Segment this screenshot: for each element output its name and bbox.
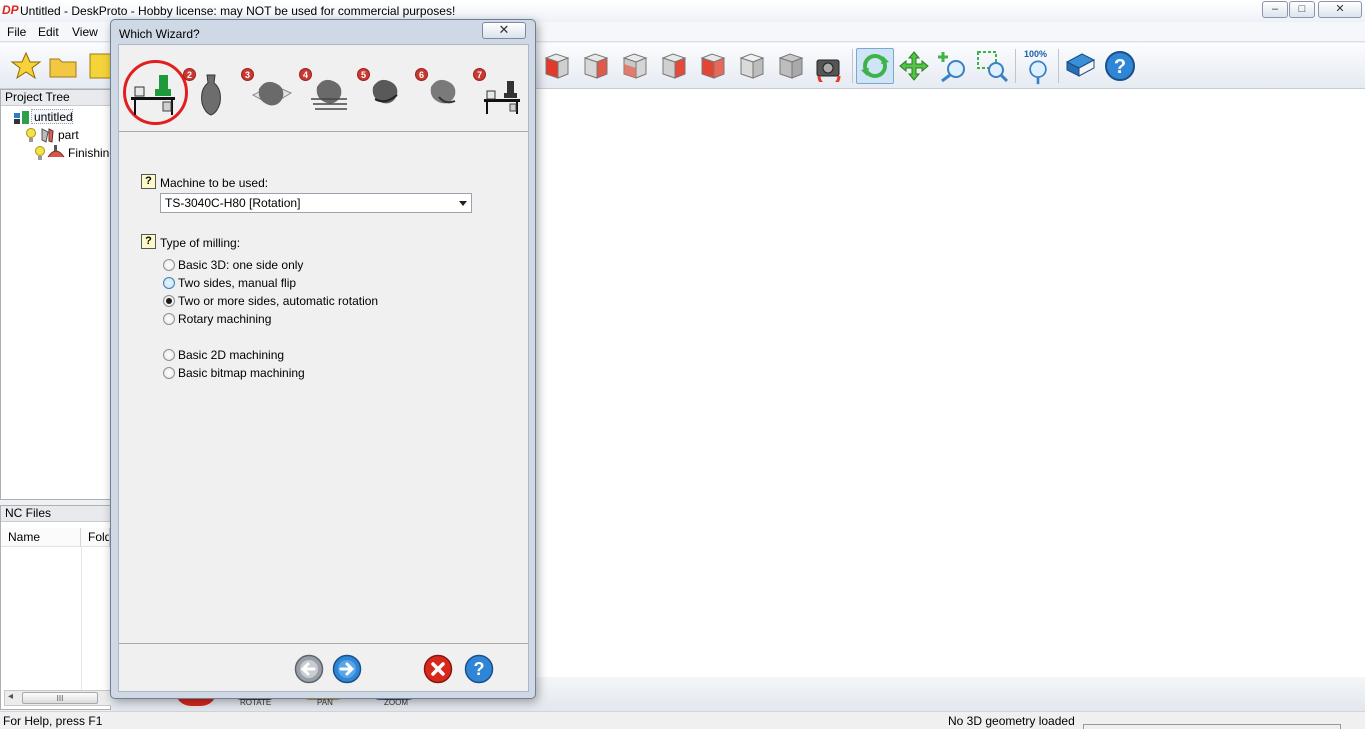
step-5-simulation-icon[interactable] [367,77,407,115]
window-title: Untitled - DeskProto - Hobby license: ma… [20,4,456,18]
next-arrow-icon[interactable] [332,654,362,684]
close-window-button[interactable]: ✕ [1318,1,1362,18]
manual-book-icon[interactable] [1064,50,1096,82]
dialog-body: 2 3 4 5 6 7 ? Machine to be used: TS-304… [118,44,529,692]
status-bar: For Help, press F1 No 3D geometry loaded [0,711,1365,729]
radio-rotary-machining[interactable] [163,313,175,325]
svg-text:?: ? [474,659,485,679]
column-folder[interactable]: Folder [81,528,110,547]
column-divider [81,547,82,691]
new-project-icon[interactable] [10,50,42,82]
radio-label-two-sides-manual[interactable]: Two sides, manual flip [178,276,296,290]
scroll-left-arrow-icon[interactable]: ◂ [8,691,13,702]
column-name[interactable]: Name [1,528,81,547]
radio-label-rotary-machining[interactable]: Rotary machining [178,312,271,326]
project-tree-header: Project Tree [1,90,110,106]
nc-files-panel: NC Files Name Folder [0,505,111,710]
zoom-window-icon[interactable] [976,50,1008,82]
menu-view[interactable]: View [72,25,98,39]
app-logo: DP [2,3,19,17]
pan-icon[interactable] [898,50,930,82]
zoom-caption: ZOOM [384,698,408,707]
which-wizard-dialog: Which Wizard? ✕ 2 3 4 5 6 7 ? Machine to… [110,19,536,699]
3d-viewport[interactable] [535,89,1365,677]
help-icon[interactable]: ? [1104,50,1136,82]
step-6-result-icon[interactable] [425,77,465,115]
part-icon [41,128,54,143]
scroll-thumb[interactable]: III [22,692,98,704]
pan-caption: PAN [317,698,333,707]
milling-type-label: Type of milling: [160,236,241,250]
maximize-button[interactable]: □ [1289,1,1315,18]
rotate-caption: ROTATE [240,698,272,707]
lightbulb-icon[interactable] [25,128,37,143]
dialog-footer: ? [119,643,528,691]
status-help-text: For Help, press F1 [3,714,103,728]
menu-edit[interactable]: Edit [38,25,59,39]
radio-basic-2d[interactable] [163,349,175,361]
toolbar-separator [852,49,853,83]
radio-basic-bitmap[interactable] [163,367,175,379]
camera-reset-icon[interactable] [813,50,845,82]
radio-automatic-rotation[interactable] [163,295,175,307]
zoom-in-icon[interactable] [937,50,969,82]
project-root-icon [14,111,29,124]
toolbar-separator [1058,49,1059,83]
menu-file[interactable]: File [7,25,26,39]
radio-label-basic-2d[interactable]: Basic 2D machining [178,348,284,362]
step-7-output-machine-icon[interactable] [483,79,523,115]
machine-label: Machine to be used: [160,176,269,190]
minimize-button[interactable]: – [1262,1,1288,18]
view-back-icon[interactable] [579,50,611,82]
finishing-operation-icon [47,145,65,158]
step-number-badge: 2 [183,68,196,81]
view-left-icon[interactable] [618,50,650,82]
machine-selected-value: TS-3040C-H80 [Rotation] [165,196,301,210]
back-arrow-icon[interactable] [294,654,324,684]
wizard-steps-strip: 2 3 4 5 6 7 [119,45,528,132]
tree-item-untitled[interactable]: untitled [34,110,73,124]
radio-two-sides-manual[interactable] [163,277,175,289]
zoom-100-icon[interactable] [1023,57,1053,85]
project-tree-panel: Project Tree untitled part Finishing [0,89,116,500]
tree-item-part[interactable]: part [58,128,79,142]
step-4-toolpath-icon[interactable] [307,77,351,117]
view-iso-icon[interactable] [735,50,767,82]
chevron-down-icon [459,201,467,206]
view-right-icon[interactable] [657,50,689,82]
lightbulb-icon[interactable] [34,146,46,161]
radio-label-automatic-rotation[interactable]: Two or more sides, automatic rotation [178,294,378,308]
machine-select[interactable]: TS-3040C-H80 [Rotation] [160,193,472,213]
milling-help-button[interactable]: ? [141,234,156,249]
progress-indicator [1083,724,1341,729]
radio-basic-3d[interactable] [163,259,175,271]
open-folder-icon[interactable] [47,50,79,82]
view-front-icon[interactable] [540,50,572,82]
step-1-machine-icon[interactable] [129,71,179,117]
radio-label-basic-bitmap[interactable]: Basic bitmap machining [178,366,305,380]
step-2-part-icon[interactable] [197,73,225,117]
dialog-title: Which Wizard? [119,27,200,41]
machine-help-button[interactable]: ? [141,174,156,189]
dialog-close-button[interactable]: ✕ [482,22,526,39]
tree-item-finishing[interactable]: Finishing [68,146,116,160]
cancel-x-icon[interactable] [423,654,453,684]
view-bottom-icon[interactable] [774,50,806,82]
toolbar-separator [1015,49,1016,83]
view-top-icon[interactable] [696,50,728,82]
svg-text:?: ? [1114,56,1126,78]
nc-files-header: NC Files [1,506,110,522]
rotate-icon[interactable] [859,50,891,82]
radio-label-basic-3d[interactable]: Basic 3D: one side only [178,258,303,272]
status-geometry-text: No 3D geometry loaded [948,714,1075,728]
step-3-block-icon[interactable] [249,77,293,115]
dialog-help-icon[interactable]: ? [464,654,494,684]
